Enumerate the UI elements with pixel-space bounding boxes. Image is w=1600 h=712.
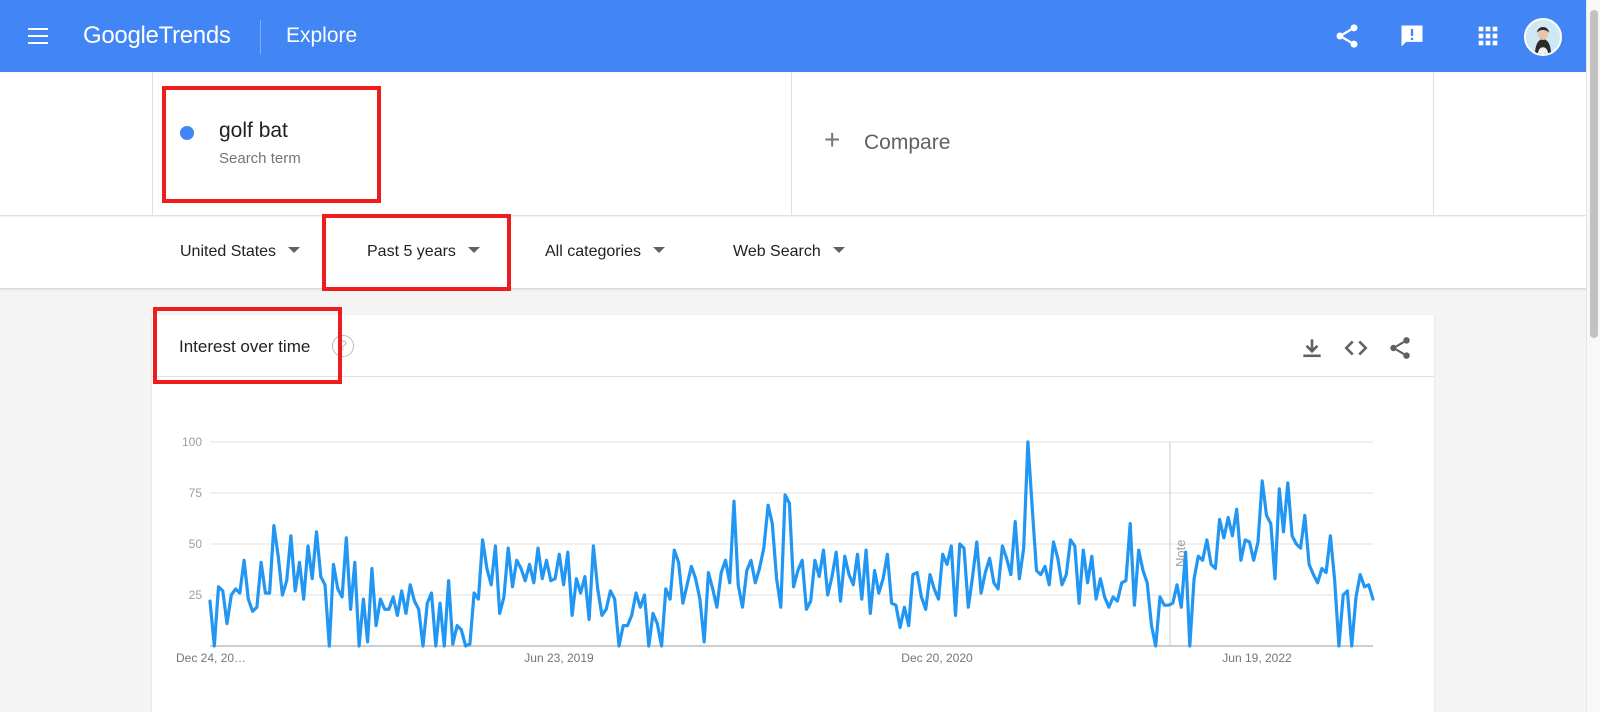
share-icon[interactable] — [1387, 335, 1413, 361]
interest-over-time-card: Interest over time ? 100 75 50 25 Note Dec … — [152, 315, 1434, 712]
region-filter[interactable]: United States — [180, 243, 301, 261]
time-range-filter[interactable]: Past 5 years — [367, 243, 480, 261]
compare-button[interactable]: + Compare — [792, 72, 1434, 216]
chevron-down-icon — [832, 246, 845, 253]
compare-label: Compare — [864, 131, 951, 154]
search-type-filter-label: Web Search — [733, 243, 821, 260]
page-scrollbar[interactable] — [1586, 0, 1600, 712]
y-tick-label: 75 — [189, 486, 203, 500]
header-divider — [260, 20, 261, 54]
chevron-down-icon — [467, 246, 480, 253]
search-term-type: Search term — [219, 150, 301, 167]
y-tick-label: 25 — [189, 588, 203, 602]
x-tick-label: Jun 19, 2022 — [1222, 651, 1292, 665]
time-range-filter-label: Past 5 years — [367, 243, 456, 260]
search-term-name[interactable]: golf bat — [219, 119, 288, 143]
search-term-card[interactable]: golf bat Search term — [152, 72, 792, 216]
category-filter-label: All categories — [545, 243, 642, 260]
term-color-dot — [180, 126, 194, 140]
google-trends-logo[interactable]: GoogleTrends — [83, 22, 231, 50]
help-icon[interactable]: ? — [332, 335, 354, 357]
category-filter[interactable]: All categories — [545, 243, 666, 261]
menu-icon[interactable] — [24, 24, 54, 48]
app-header: GoogleTrends Explore — [0, 0, 1586, 72]
download-icon[interactable] — [1299, 335, 1325, 361]
chevron-down-icon — [653, 246, 666, 253]
chevron-down-icon — [288, 246, 301, 253]
search-type-filter[interactable]: Web Search — [733, 243, 845, 261]
y-tick-label: 50 — [189, 537, 203, 551]
interest-line-chart[interactable]: 100755025 Note Dec 24, 20… Jun 23, 2019 De… — [152, 377, 1434, 712]
filter-bar: United States Past 5 years All categorie… — [0, 217, 1586, 289]
embed-icon[interactable] — [1343, 335, 1369, 361]
apps-grid-icon[interactable] — [1474, 22, 1502, 50]
scrollbar-thumb[interactable] — [1590, 10, 1598, 338]
account-avatar[interactable] — [1524, 18, 1562, 56]
x-tick-label: Dec 24, 20… — [176, 651, 246, 665]
region-filter-label: United States — [180, 243, 277, 260]
chart-note-marker: Note — [1169, 442, 1188, 646]
card-title: Interest over time — [179, 337, 311, 356]
y-tick-label: 100 — [182, 435, 202, 449]
page-title: Explore — [286, 24, 358, 47]
x-tick-label: Dec 20, 2020 — [901, 651, 973, 665]
x-tick-label: Jun 23, 2019 — [524, 651, 594, 665]
logo-trends-text: Trends — [158, 22, 231, 49]
avatar-portrait — [1526, 20, 1560, 54]
feedback-icon[interactable] — [1398, 22, 1426, 50]
plus-icon: + — [824, 124, 841, 155]
logo-google-text: Google — [83, 22, 159, 49]
share-icon[interactable] — [1333, 22, 1361, 50]
search-terms-band: golf bat Search term + Compare — [0, 72, 1586, 216]
x-axis-ticks: Dec 24, 20… Jun 23, 2019 Dec 20, 2020 Jun 1… — [176, 651, 1292, 665]
